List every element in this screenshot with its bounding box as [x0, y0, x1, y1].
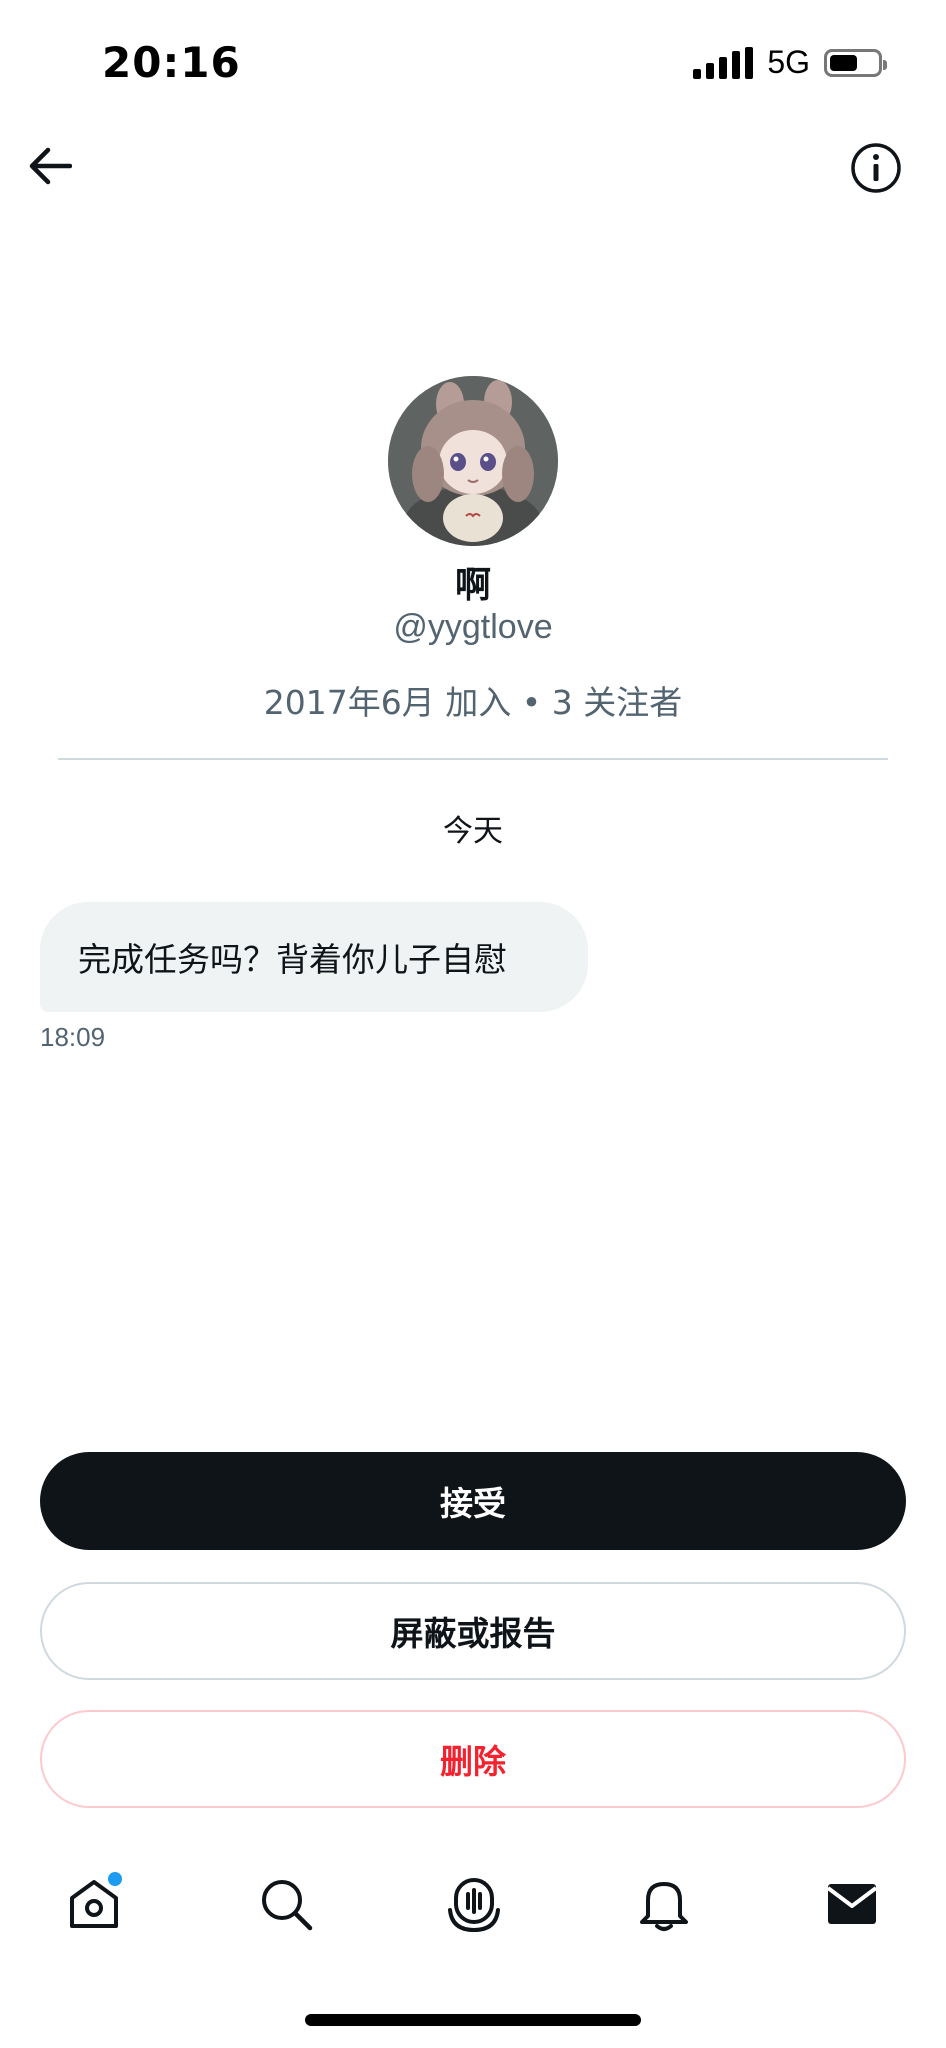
nav-messages[interactable] — [824, 1876, 880, 1932]
nav-spaces[interactable] — [446, 1876, 502, 1933]
accept-button[interactable]: 接受 — [40, 1452, 906, 1550]
status-indicators: 5G — [693, 44, 887, 81]
microphone-icon — [448, 1878, 500, 1933]
status-time: 20:16 — [102, 38, 241, 87]
info-icon — [851, 143, 901, 193]
mail-icon — [826, 1884, 878, 1924]
delete-button[interactable]: 删除 — [40, 1710, 906, 1808]
avatar[interactable] — [388, 376, 558, 546]
message-time: 18:09 — [40, 1022, 106, 1052]
block-or-report-button[interactable]: 屏蔽或报告 — [40, 1582, 906, 1680]
nav-home[interactable] — [66, 1872, 122, 1932]
nav-search[interactable] — [258, 1876, 314, 1932]
day-label: 今天 — [443, 814, 503, 849]
home-indicator[interactable] — [305, 2014, 641, 2026]
signal-icon — [693, 46, 754, 79]
nav-notifications[interactable] — [636, 1876, 692, 1932]
notification-dot — [108, 1872, 122, 1886]
avatar-image — [388, 376, 558, 546]
back-button[interactable] — [26, 142, 74, 190]
search-icon — [262, 1880, 313, 1931]
battery-icon — [824, 48, 887, 77]
info-button[interactable] — [850, 142, 902, 194]
message-bubble[interactable]: 完成任务吗？背着你儿子自慰 — [40, 902, 588, 1012]
network-label: 5G — [767, 44, 810, 80]
arrow-left-icon — [29, 147, 72, 185]
profile-name: 啊 — [454, 565, 491, 606]
profile-meta: 2017年6月 加入 • 3 关注者 — [263, 683, 683, 722]
message-text: 完成任务吗？背着你儿子自慰 — [78, 940, 507, 979]
bell-icon — [640, 1882, 688, 1931]
profile-handle: @yygtlove — [393, 608, 553, 646]
divider — [58, 758, 888, 760]
